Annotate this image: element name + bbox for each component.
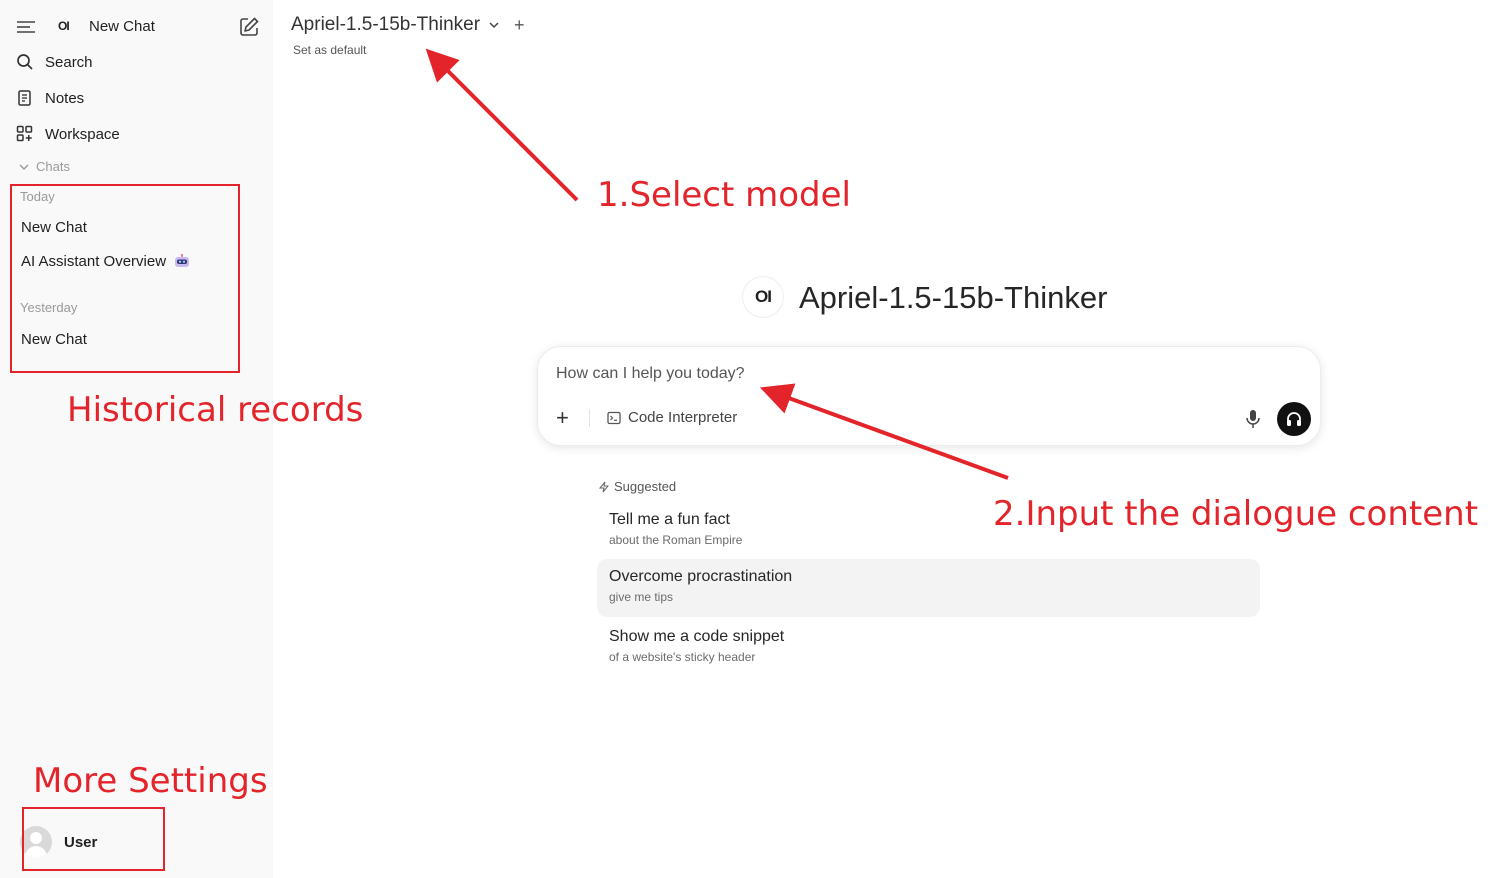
chat-input-container: + Code Interpreter: [537, 346, 1321, 446]
microphone-icon[interactable]: [1244, 409, 1262, 429]
menu-icon[interactable]: [16, 18, 36, 36]
voice-mode-button[interactable]: [1277, 402, 1311, 436]
annotation-box-history: [10, 184, 240, 373]
sidebar-item-label: Search: [45, 53, 93, 71]
sidebar-item-label: Workspace: [45, 125, 120, 143]
divider: [589, 409, 590, 427]
model-selector[interactable]: Apriel-1.5-15b-Thinker +: [291, 14, 525, 36]
pencil-square-icon[interactable]: [238, 16, 260, 38]
annotation-more-settings: More Settings: [33, 761, 268, 801]
chats-header-label: Chats: [36, 159, 70, 174]
annotation-box-settings: [22, 807, 165, 871]
set-as-default-link[interactable]: Set as default: [293, 43, 366, 57]
chats-section-toggle[interactable]: Chats: [18, 159, 70, 174]
code-interpreter-label: Code Interpreter: [628, 409, 738, 426]
workspace-grid-icon: [16, 125, 34, 143]
suggested-header: Suggested: [598, 479, 676, 494]
sidebar-item-notes[interactable]: Notes: [16, 85, 256, 111]
chat-input[interactable]: [556, 365, 1256, 383]
attach-button[interactable]: +: [556, 407, 569, 429]
suggestion-subtitle: give me tips: [609, 590, 674, 604]
new-chat-link[interactable]: New Chat: [89, 18, 155, 35]
suggestion-subtitle: of a website's sticky header: [609, 650, 756, 664]
arrow-select-model: [425, 48, 579, 202]
suggestion-title: Show me a code snippet: [609, 628, 785, 645]
annotation-select-model: 1.Select model: [597, 175, 852, 215]
suggestion-subtitle: about the Roman Empire: [609, 533, 743, 547]
sidebar-item-search[interactable]: Search: [16, 49, 256, 75]
app-logo: OI: [58, 19, 70, 33]
annotation-historical-records: Historical records: [67, 390, 364, 430]
model-avatar: OI: [742, 276, 784, 318]
sidebar-item-label: Notes: [45, 89, 85, 107]
notes-icon: [16, 89, 34, 107]
suggestion-item[interactable]: Overcome procrastination give me tips: [597, 559, 1260, 617]
terminal-icon: [607, 411, 621, 424]
headphones-icon: [1287, 412, 1301, 426]
chevron-down-icon: [489, 22, 499, 29]
bolt-icon: [598, 481, 610, 492]
annotation-input-dialogue: 2.Input the dialogue content: [993, 494, 1479, 534]
add-model-button[interactable]: +: [514, 15, 525, 36]
sidebar-item-workspace[interactable]: Workspace: [16, 121, 256, 147]
chevron-down-icon: [19, 164, 29, 170]
sidebar: OI New Chat Search Notes Workspace Chats…: [0, 0, 273, 878]
suggested-label: Suggested: [614, 479, 677, 494]
page-title: Apriel-1.5-15b-Thinker: [799, 280, 1108, 315]
suggestion-title: Overcome procrastination: [609, 568, 793, 585]
search-icon: [16, 53, 34, 71]
suggestion-item[interactable]: Show me a code snippet of a website's st…: [597, 619, 1260, 677]
sidebar-header: OI New Chat: [0, 12, 273, 42]
code-interpreter-toggle[interactable]: Code Interpreter: [607, 409, 737, 426]
model-name: Apriel-1.5-15b-Thinker: [291, 14, 481, 35]
